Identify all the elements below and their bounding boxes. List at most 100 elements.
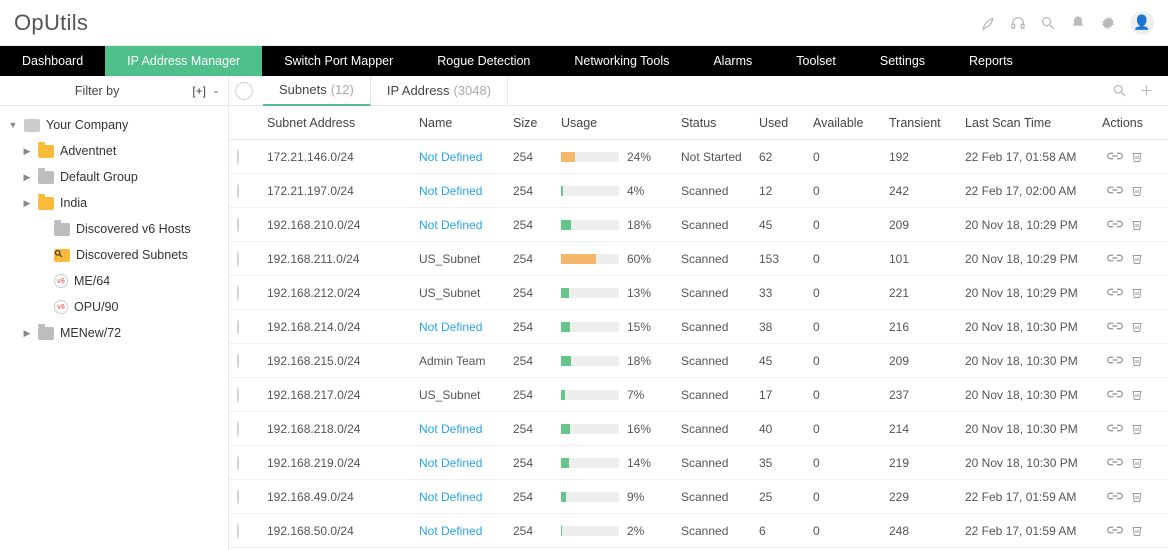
col-used[interactable]: Used xyxy=(759,116,813,130)
link-icon[interactable] xyxy=(1107,456,1123,469)
headset-icon[interactable] xyxy=(1010,15,1026,31)
cell-name[interactable]: Not Defined xyxy=(419,320,513,334)
table-row[interactable]: 192.168.50.0/24Not Defined2542%Scanned60… xyxy=(229,514,1168,548)
tree-item[interactable]: ▶Default Group xyxy=(4,164,224,190)
trash-icon[interactable] xyxy=(1131,218,1143,231)
trash-icon[interactable] xyxy=(1131,388,1143,401)
cell-name[interactable]: Admin Team xyxy=(419,354,513,368)
search-icon[interactable] xyxy=(1112,83,1127,98)
row-checkbox[interactable] xyxy=(237,319,239,335)
col-usage[interactable]: Usage xyxy=(561,116,681,130)
link-icon[interactable] xyxy=(1107,286,1123,299)
trash-icon[interactable] xyxy=(1131,184,1143,197)
trash-icon[interactable] xyxy=(1131,524,1143,537)
table-row[interactable]: 172.21.146.0/24Not Defined25424%Not Star… xyxy=(229,140,1168,174)
row-checkbox[interactable] xyxy=(237,523,239,539)
tree-item[interactable]: v6OPU/90 xyxy=(4,294,224,320)
rocket-icon[interactable] xyxy=(980,15,996,31)
tree-item[interactable]: ▶MENew/72 xyxy=(4,320,224,346)
table-row[interactable]: 192.168.214.0/24Not Defined25415%Scanned… xyxy=(229,310,1168,344)
table-row[interactable]: 192.168.49.0/24Not Defined2549%Scanned25… xyxy=(229,480,1168,514)
trash-icon[interactable] xyxy=(1131,490,1143,503)
row-checkbox[interactable] xyxy=(237,183,239,199)
select-all-checkbox[interactable] xyxy=(235,82,253,100)
cell-name[interactable]: Not Defined xyxy=(419,150,513,164)
tab-subnets[interactable]: Subnets (12) xyxy=(263,76,371,106)
cell-name[interactable]: Not Defined xyxy=(419,422,513,436)
tree-item[interactable]: ▶India xyxy=(4,190,224,216)
row-checkbox[interactable] xyxy=(237,149,239,165)
tree-item[interactable]: ▶Adventnet xyxy=(4,138,224,164)
search-icon[interactable] xyxy=(1040,15,1056,31)
link-icon[interactable] xyxy=(1107,388,1123,401)
col-transient[interactable]: Transient xyxy=(889,116,965,130)
link-icon[interactable] xyxy=(1107,218,1123,231)
row-checkbox[interactable] xyxy=(237,455,239,471)
trash-icon[interactable] xyxy=(1131,422,1143,435)
link-icon[interactable] xyxy=(1107,422,1123,435)
table-row[interactable]: 192.168.210.0/24Not Defined25418%Scanned… xyxy=(229,208,1168,242)
cell-name[interactable]: Not Defined xyxy=(419,218,513,232)
nav-item-toolset[interactable]: Toolset xyxy=(774,46,858,76)
cell-name[interactable]: Not Defined xyxy=(419,184,513,198)
cell-name[interactable]: US_Subnet xyxy=(419,252,513,266)
link-icon[interactable] xyxy=(1107,490,1123,503)
avatar[interactable]: 👤 xyxy=(1130,11,1154,35)
tree-item[interactable]: v6ME/64 xyxy=(4,268,224,294)
cell-name[interactable]: Not Defined xyxy=(419,456,513,470)
cell-name[interactable]: Not Defined xyxy=(419,524,513,538)
filter-remove-button[interactable]: - xyxy=(212,84,220,98)
col-last-scan[interactable]: Last Scan Time xyxy=(965,116,1095,130)
tree-item[interactable]: Discovered v6 Hosts xyxy=(4,216,224,242)
row-checkbox[interactable] xyxy=(237,285,239,301)
nav-item-ip-address-manager[interactable]: IP Address Manager xyxy=(105,46,262,76)
nav-item-reports[interactable]: Reports xyxy=(947,46,1035,76)
trash-icon[interactable] xyxy=(1131,252,1143,265)
row-checkbox[interactable] xyxy=(237,251,239,267)
gear-icon[interactable] xyxy=(1100,15,1116,31)
row-checkbox[interactable] xyxy=(237,387,239,403)
nav-item-alarms[interactable]: Alarms xyxy=(691,46,774,76)
table-row[interactable]: 192.168.217.0/24US_Subnet2547%Scanned170… xyxy=(229,378,1168,412)
trash-icon[interactable] xyxy=(1131,456,1143,469)
nav-item-networking-tools[interactable]: Networking Tools xyxy=(552,46,691,76)
nav-item-switch-port-mapper[interactable]: Switch Port Mapper xyxy=(262,46,415,76)
bell-icon[interactable] xyxy=(1070,15,1086,31)
table-row[interactable]: 192.168.211.0/24US_Subnet25460%Scanned15… xyxy=(229,242,1168,276)
add-icon[interactable] xyxy=(1139,83,1154,98)
nav-item-settings[interactable]: Settings xyxy=(858,46,947,76)
cell-name[interactable]: US_Subnet xyxy=(419,286,513,300)
tree-root[interactable]: ▼ Your Company xyxy=(4,112,224,138)
trash-icon[interactable] xyxy=(1131,354,1143,367)
table-row[interactable]: 192.168.215.0/24Admin Team25418%Scanned4… xyxy=(229,344,1168,378)
table-row[interactable]: 192.168.218.0/24Not Defined25416%Scanned… xyxy=(229,412,1168,446)
link-icon[interactable] xyxy=(1107,252,1123,265)
link-icon[interactable] xyxy=(1107,524,1123,537)
trash-icon[interactable] xyxy=(1131,150,1143,163)
tree-item[interactable]: Discovered Subnets xyxy=(4,242,224,268)
row-checkbox[interactable] xyxy=(237,421,239,437)
table-row[interactable]: 192.168.219.0/24Not Defined25414%Scanned… xyxy=(229,446,1168,480)
col-available[interactable]: Available xyxy=(813,116,889,130)
col-subnet-address[interactable]: Subnet Address xyxy=(267,116,419,130)
cell-name[interactable]: Not Defined xyxy=(419,490,513,504)
row-checkbox[interactable] xyxy=(237,489,239,505)
row-checkbox[interactable] xyxy=(237,217,239,233)
tab-ip-address[interactable]: IP Address (3048) xyxy=(371,76,508,106)
table-row[interactable]: 192.168.212.0/24US_Subnet25413%Scanned33… xyxy=(229,276,1168,310)
col-size[interactable]: Size xyxy=(513,116,561,130)
col-status[interactable]: Status xyxy=(681,116,759,130)
trash-icon[interactable] xyxy=(1131,320,1143,333)
row-checkbox[interactable] xyxy=(237,353,239,369)
nav-item-dashboard[interactable]: Dashboard xyxy=(0,46,105,76)
col-name[interactable]: Name xyxy=(419,116,513,130)
nav-item-rogue-detection[interactable]: Rogue Detection xyxy=(415,46,552,76)
link-icon[interactable] xyxy=(1107,184,1123,197)
cell-name[interactable]: US_Subnet xyxy=(419,388,513,402)
filter-add-button[interactable]: [+] xyxy=(190,84,208,98)
link-icon[interactable] xyxy=(1107,150,1123,163)
link-icon[interactable] xyxy=(1107,320,1123,333)
trash-icon[interactable] xyxy=(1131,286,1143,299)
table-row[interactable]: 172.21.197.0/24Not Defined2544%Scanned12… xyxy=(229,174,1168,208)
link-icon[interactable] xyxy=(1107,354,1123,367)
